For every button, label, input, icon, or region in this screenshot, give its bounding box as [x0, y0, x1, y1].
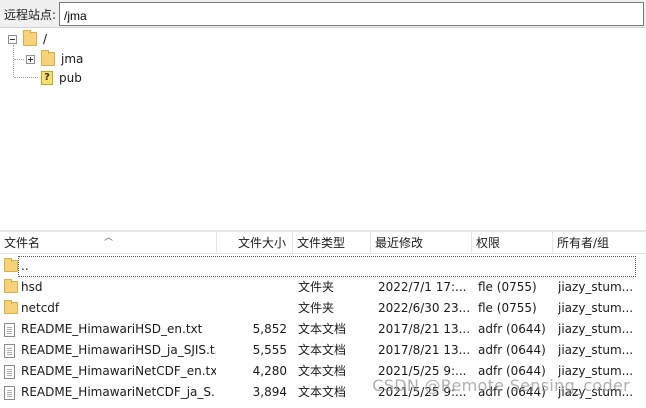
- file-type: 文本文档: [298, 385, 347, 399]
- file-modified: 2022/6/30 23...: [378, 301, 470, 315]
- folder-icon: [41, 50, 55, 66]
- file-size: 5,555: [252, 343, 287, 357]
- file-row[interactable]: README_HimawariHSD_ja_SJIS.t... 5,555 文本…: [0, 340, 646, 361]
- tree-item-root[interactable]: /: [8, 30, 47, 48]
- file-permissions: adfr (0644): [478, 343, 546, 357]
- file-type: 文本文档: [298, 322, 347, 336]
- file-list-header: ︿ 文件名 文件大小 文件类型 最近修改 权限 所有者/组: [0, 232, 646, 254]
- tree-connector: [13, 45, 14, 77]
- file-row[interactable]: hsd 文件夹 2022/7/1 17:... fle (0755) jiazy…: [0, 277, 646, 298]
- file-name: ..: [21, 259, 29, 273]
- text-file-icon: [4, 386, 15, 403]
- file-modified: 2017/8/21 13...: [378, 343, 470, 357]
- file-name: README_HimawariHSD_en.txt: [21, 322, 203, 336]
- csdn-watermark: CSDN @Remote Sensing_coder: [372, 376, 630, 395]
- file-size: 5,852: [252, 322, 287, 336]
- file-name: README_HimawariNetCDF_en.txt: [21, 364, 216, 378]
- file-type: 文本文档: [298, 364, 347, 378]
- file-row[interactable]: README_HimawariHSD_en.txt 5,852 文本文档 201…: [0, 319, 646, 340]
- file-type: 文件夹: [298, 280, 335, 294]
- file-size: 3,894: [252, 385, 287, 399]
- file-owner: jiazy_stum...: [558, 343, 634, 357]
- remote-site-label: 远程站点:: [4, 8, 57, 22]
- tree-item-label: /: [43, 32, 48, 46]
- column-header-modified[interactable]: 最近修改: [371, 232, 472, 254]
- collapse-icon[interactable]: [8, 34, 17, 44]
- file-owner: jiazy_stum...: [558, 301, 634, 315]
- file-size: [217, 277, 287, 298]
- text-file-icon: [4, 344, 15, 361]
- tree-item-label: pub: [59, 71, 82, 85]
- column-header-type[interactable]: 文件类型: [293, 232, 371, 254]
- file-owner: jiazy_stum...: [558, 280, 634, 294]
- folder-icon: [23, 30, 37, 46]
- folder-icon: [4, 300, 18, 317]
- file-owner: jiazy_stum...: [558, 322, 634, 336]
- file-name: README_HimawariNetCDF_ja_S...: [21, 385, 216, 399]
- file-modified: 2017/8/21 13...: [378, 322, 470, 336]
- focus-outline: ..: [18, 256, 636, 277]
- tree-connector: [14, 77, 38, 78]
- file-permissions: fle (0755): [478, 280, 537, 294]
- folder-icon: [4, 279, 18, 296]
- text-file-icon: [4, 365, 15, 382]
- file-type: 文件夹: [298, 301, 335, 315]
- file-row-parent[interactable]: ..: [0, 256, 646, 277]
- file-name: hsd: [21, 280, 43, 294]
- unknown-folder-icon: ?: [41, 71, 53, 85]
- tree-item-pub[interactable]: ? pub: [41, 69, 82, 87]
- file-size: 4,280: [252, 364, 287, 378]
- tree-item-jma[interactable]: jma: [26, 50, 83, 68]
- remote-directory-tree: / jma ? pub: [0, 28, 646, 230]
- file-type: 文本文档: [298, 343, 347, 357]
- remote-site-path-input[interactable]: [59, 2, 644, 26]
- file-name: README_HimawariHSD_ja_SJIS.t...: [21, 343, 216, 357]
- folder-icon: [4, 258, 18, 275]
- file-row[interactable]: netcdf 文件夹 2022/6/30 23... fle (0755) ji…: [0, 298, 646, 319]
- file-size: [217, 298, 287, 319]
- expand-icon[interactable]: [26, 54, 35, 64]
- column-header-owner[interactable]: 所有者/组: [553, 232, 646, 254]
- file-permissions: adfr (0644): [478, 322, 546, 336]
- column-header-permissions[interactable]: 权限: [472, 232, 553, 254]
- column-header-size[interactable]: 文件大小: [217, 232, 293, 254]
- remote-site-bar: 远程站点:: [0, 0, 646, 28]
- tree-item-label: jma: [61, 52, 84, 66]
- file-modified: 2022/7/1 17:...: [378, 280, 467, 294]
- file-name: netcdf: [21, 301, 60, 315]
- text-file-icon: [4, 323, 15, 340]
- file-permissions: fle (0755): [478, 301, 537, 315]
- column-header-name[interactable]: 文件名: [0, 232, 217, 254]
- tree-connector: [14, 59, 24, 60]
